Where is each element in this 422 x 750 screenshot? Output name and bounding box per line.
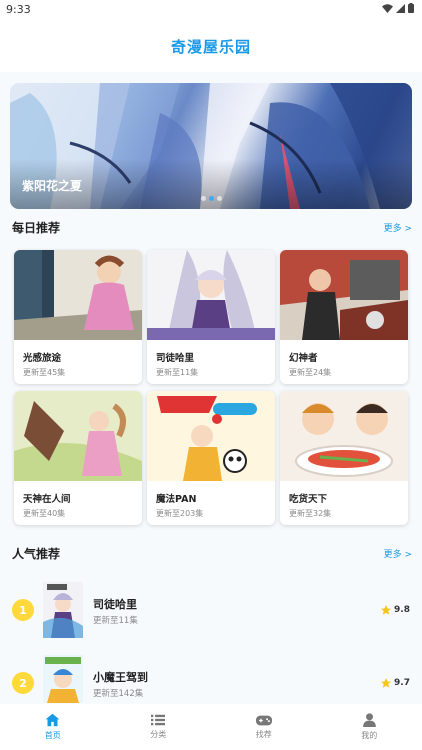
daily-card[interactable]: 吃货天下 更新至32集	[280, 391, 408, 525]
tab-home[interactable]: 首页	[0, 704, 106, 750]
daily-card[interactable]: 司徒哈里 更新至11集	[147, 250, 275, 384]
tab-label: 分类	[150, 730, 167, 739]
daily-more-link[interactable]: 更多 >	[384, 221, 412, 234]
rank-badge: 1	[12, 599, 34, 621]
popular-section-title: 人气推荐	[12, 546, 61, 561]
star-icon	[381, 605, 392, 615]
card-title: 天神在人间	[23, 494, 71, 505]
gamepad-icon	[255, 715, 272, 725]
card-update: 更新至11集	[156, 368, 199, 377]
app-header: 奇漫屋乐园	[0, 20, 422, 72]
comic-cover	[43, 582, 83, 638]
comic-cover	[14, 250, 142, 340]
popular-more-link[interactable]: 更多 >	[384, 547, 412, 560]
daily-card[interactable]: 光感旅途 更新至45集	[14, 250, 142, 384]
daily-card[interactable]: 幻神者 更新至24集	[280, 250, 408, 384]
card-update: 更新至45集	[23, 368, 66, 377]
banner-dot[interactable]	[217, 196, 222, 201]
banner-pagination	[201, 196, 222, 201]
bottom-tab-bar: 首页 分类 找荐 我的	[0, 704, 422, 750]
comic-cover	[147, 391, 275, 481]
comic-cover	[280, 250, 408, 340]
rank-title: 小魔王驾到	[93, 671, 148, 684]
rank-score: 9.7	[380, 677, 410, 689]
card-title: 幻神者	[289, 353, 318, 364]
card-update: 更新至24集	[289, 368, 332, 377]
popular-list-item[interactable]: 1 司徒哈里 更新至11集 9.8	[0, 580, 422, 640]
rank-score: 9.8	[380, 604, 410, 616]
tab-discover[interactable]: 找荐	[211, 704, 317, 750]
banner-carousel[interactable]: 紫阳花之夏	[10, 83, 412, 209]
daily-card[interactable]: 天神在人间 更新至40集	[14, 391, 142, 525]
status-bar: 9:33	[0, 0, 422, 20]
banner-dot[interactable]	[201, 196, 206, 201]
daily-section-title: 每日推荐	[12, 220, 61, 235]
banner-title: 紫阳花之夏	[22, 179, 83, 193]
card-update: 更新至203集	[156, 509, 204, 518]
rank-badge: 2	[12, 672, 34, 694]
user-icon	[362, 713, 376, 727]
battery-icon	[408, 3, 414, 13]
rank-update: 更新至142集	[93, 689, 144, 699]
star-icon	[381, 678, 392, 688]
tab-label: 找荐	[255, 729, 272, 739]
home-icon	[45, 713, 60, 727]
card-title: 光感旅途	[23, 353, 62, 364]
banner-dot-active[interactable]	[209, 196, 214, 201]
card-title: 魔法PAN	[156, 494, 197, 505]
comic-cover	[14, 391, 142, 481]
tab-label: 我的	[361, 731, 378, 740]
signal-icon	[396, 3, 405, 13]
tab-profile[interactable]: 我的	[317, 704, 422, 750]
score-value: 9.7	[394, 678, 410, 688]
daily-card[interactable]: 魔法PAN 更新至203集	[147, 391, 275, 525]
popular-section-header: 人气推荐 更多 >	[12, 543, 412, 563]
list-icon	[151, 714, 166, 726]
comic-cover	[43, 655, 83, 703]
wifi-icon	[382, 3, 393, 13]
score-value: 9.8	[394, 605, 410, 615]
card-title: 司徒哈里	[156, 353, 195, 364]
comic-cover	[280, 391, 408, 481]
tab-category[interactable]: 分类	[106, 704, 212, 750]
card-update: 更新至32集	[289, 509, 332, 518]
tab-label: 首页	[44, 731, 61, 740]
app-title: 奇漫屋乐园	[170, 37, 251, 56]
card-update: 更新至40集	[23, 509, 66, 518]
status-icons	[382, 3, 414, 13]
daily-section-header: 每日推荐 更多 >	[12, 217, 412, 237]
rank-update: 更新至11集	[93, 616, 138, 626]
card-title: 吃货天下	[289, 494, 328, 505]
rank-title: 司徒哈里	[93, 598, 137, 611]
comic-cover	[147, 250, 275, 340]
status-time: 9:33	[6, 3, 31, 16]
